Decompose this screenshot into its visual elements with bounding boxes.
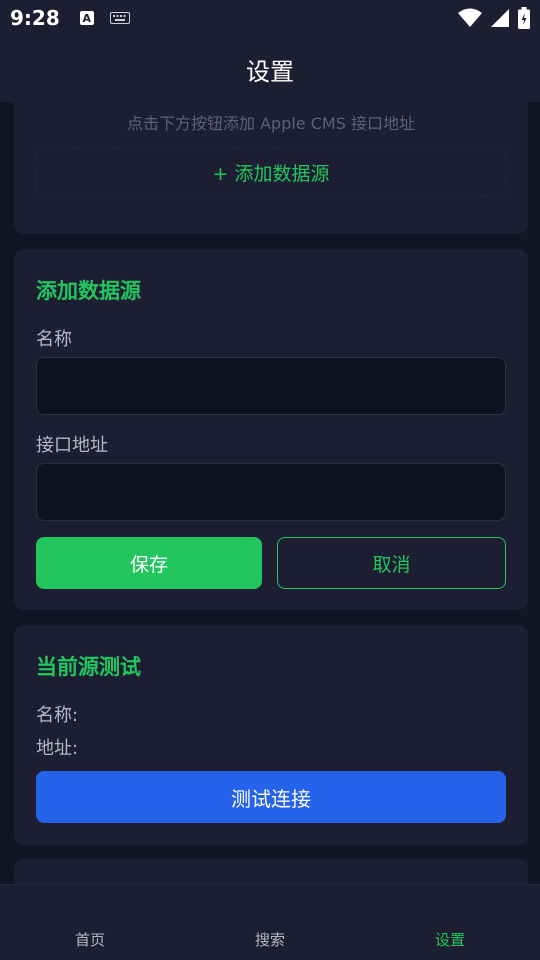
save-button[interactable]: 保存 bbox=[36, 537, 262, 589]
next-card bbox=[14, 859, 528, 884]
status-time: 9:28 bbox=[10, 6, 60, 30]
page-title: 设置 bbox=[246, 57, 294, 86]
app-bar: 设置 bbox=[0, 36, 540, 102]
url-input[interactable] bbox=[36, 463, 506, 521]
nav-item-home[interactable]: 首页 bbox=[0, 885, 180, 960]
name-input[interactable] bbox=[36, 357, 506, 415]
cancel-button[interactable]: 取消 bbox=[277, 537, 506, 589]
nav-item-search[interactable]: 搜索 bbox=[180, 885, 360, 960]
current-url-line: 地址: bbox=[36, 738, 79, 759]
status-bar: 9:28 A bbox=[0, 0, 540, 36]
source-test-card: 当前源测试 名称: 地址: 测试连接 bbox=[14, 625, 528, 845]
wifi-icon bbox=[458, 8, 482, 27]
source-list-card: 点击下方按钮添加 Apple CMS 接口地址 + 添加数据源 bbox=[14, 102, 528, 234]
battery-icon bbox=[518, 7, 530, 29]
bottom-nav: 首页 搜索 设置 bbox=[0, 884, 540, 960]
keyboard-icon bbox=[109, 12, 130, 24]
signal-icon bbox=[491, 9, 509, 27]
add-source-form: 添加数据源 名称 接口地址 保存 取消 bbox=[14, 249, 528, 610]
notification-a-icon: A bbox=[79, 11, 94, 25]
form-heading: 添加数据源 bbox=[36, 279, 141, 303]
nav-item-settings[interactable]: 设置 bbox=[360, 885, 540, 960]
settings-scroll-area[interactable]: 点击下方按钮添加 Apple CMS 接口地址 + 添加数据源 添加数据源 名称… bbox=[0, 102, 540, 884]
test-connection-button[interactable]: 测试连接 bbox=[36, 771, 506, 823]
test-heading: 当前源测试 bbox=[36, 655, 141, 679]
add-source-button[interactable]: + 添加数据源 bbox=[36, 148, 506, 196]
url-label: 接口地址 bbox=[36, 435, 108, 456]
empty-hint: 点击下方按钮添加 Apple CMS 接口地址 bbox=[127, 114, 415, 133]
current-name-line: 名称: bbox=[36, 705, 79, 726]
name-label: 名称 bbox=[36, 329, 72, 350]
